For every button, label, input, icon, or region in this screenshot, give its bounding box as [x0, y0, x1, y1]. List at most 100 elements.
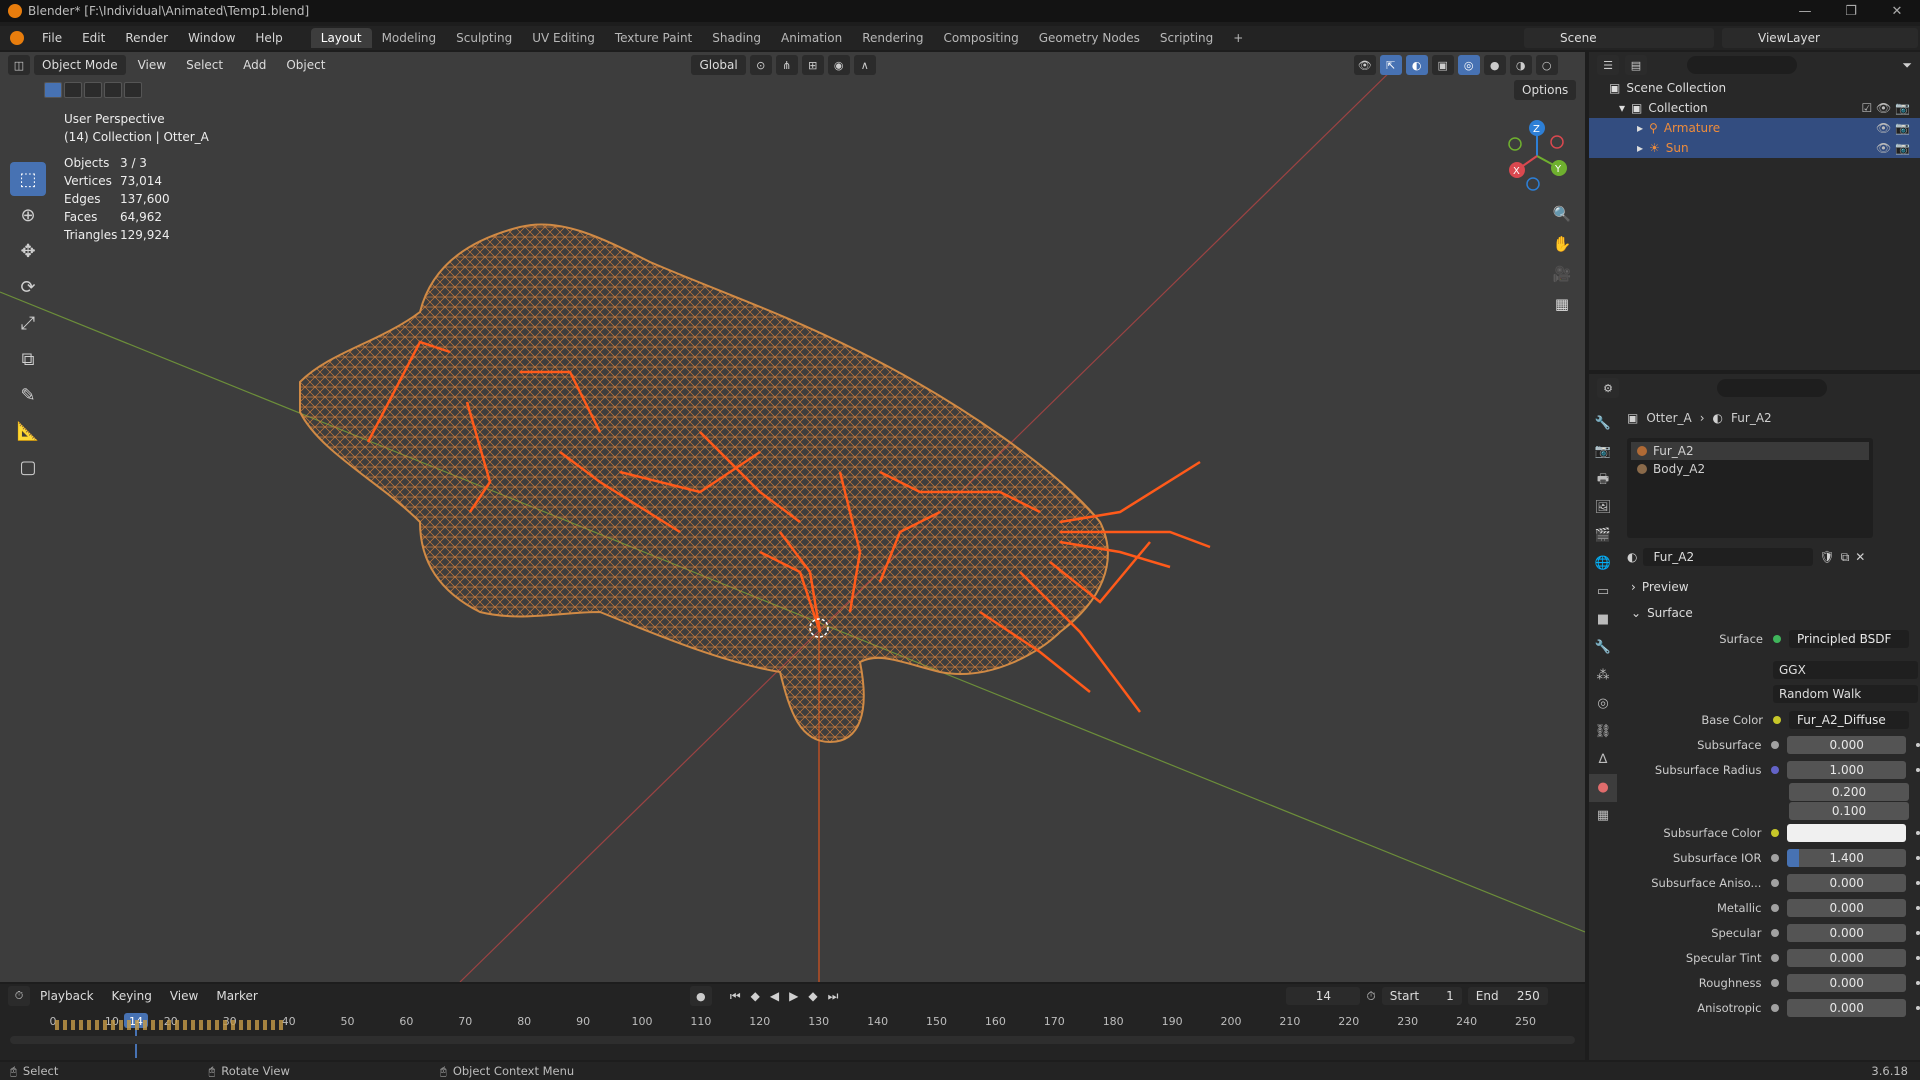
menu-timeline-view[interactable]: View — [162, 986, 206, 1006]
subsurface-radius-x-field[interactable]: 1.000 — [1787, 760, 1907, 779]
tab-scripting[interactable]: Scripting — [1150, 28, 1223, 48]
visibility-icon[interactable]: 👁 — [1353, 55, 1376, 75]
display-mode-icon[interactable]: ▤ — [1625, 55, 1647, 75]
scene-collection-row[interactable]: ▣ Scene Collection — [1589, 78, 1920, 98]
expand-arrow-icon[interactable]: ▸ — [1637, 121, 1643, 135]
menu-add[interactable]: Add — [235, 55, 274, 75]
menu-select[interactable]: Select — [178, 55, 231, 75]
options-dropdown[interactable]: Options — [1514, 80, 1577, 100]
next-keyframe-icon[interactable]: ◆ — [804, 989, 821, 1003]
move-tool-icon[interactable]: ✥ — [10, 234, 46, 268]
tab-texture-paint[interactable]: Texture Paint — [605, 28, 702, 48]
subsurface-radius-y-field[interactable]: 0.200 — [1789, 782, 1909, 801]
expand-arrow-icon[interactable]: ▸ — [1637, 141, 1643, 155]
record-icon[interactable]: ● — [689, 986, 712, 1006]
outliner-item-armature[interactable]: ▸ ⚲ Armature 👁 📷 — [1589, 118, 1920, 138]
snap-icon[interactable]: ⋔ — [775, 55, 798, 75]
select-subtract-icon[interactable] — [84, 82, 102, 98]
tab-geometry-nodes[interactable]: Geometry Nodes — [1029, 28, 1150, 48]
collection-row[interactable]: ▾ ▣ Collection ☑ 👁 📷 — [1589, 98, 1920, 118]
close-button[interactable]: ✕ — [1874, 0, 1920, 22]
unlink-icon[interactable]: ✕ — [1855, 550, 1865, 564]
menu-edit[interactable]: Edit — [74, 29, 113, 47]
subsurface-color-swatch[interactable] — [1787, 823, 1907, 842]
specular-field[interactable]: 0.000 — [1787, 923, 1907, 942]
minimize-button[interactable]: — — [1782, 0, 1828, 22]
material-tab-icon[interactable]: ● — [1589, 774, 1617, 802]
play-reverse-icon[interactable]: ◀ — [766, 989, 783, 1003]
annotate-tool-icon[interactable]: ✎ — [10, 378, 46, 412]
menu-help[interactable]: Help — [247, 29, 290, 47]
visibility-eye-icon[interactable]: 👁 📷 — [1876, 121, 1910, 135]
specular-tint-field[interactable]: 0.000 — [1787, 948, 1907, 967]
world-tab-icon[interactable]: 🌐 — [1589, 550, 1617, 578]
tab-layout[interactable]: Layout — [310, 28, 372, 48]
measure-tool-icon[interactable]: 📐 — [10, 414, 46, 448]
play-icon[interactable]: ▶ — [785, 989, 802, 1003]
outliner-item-sun[interactable]: ▸ ☀ Sun 👁 📷 — [1589, 138, 1920, 158]
surface-panel-header[interactable]: ⌄ Surface — [1623, 600, 1920, 626]
tab-sculpting[interactable]: Sculpting — [446, 28, 522, 48]
scene-tab-icon[interactable]: 🎬 — [1589, 522, 1617, 550]
filter-icon[interactable]: ⏷ — [1902, 58, 1912, 73]
add-workspace-button[interactable]: + — [1223, 28, 1253, 48]
end-frame-field[interactable]: End 250 — [1467, 987, 1548, 1005]
data-tab-icon[interactable]: ∆ — [1589, 746, 1617, 774]
blender-menu-icon[interactable] — [10, 31, 24, 45]
timeline-editor-type-icon[interactable]: ⏱ — [8, 986, 30, 1006]
tab-compositing[interactable]: Compositing — [933, 28, 1028, 48]
jump-start-icon[interactable]: ⏮ — [726, 989, 745, 1004]
menu-object[interactable]: Object — [278, 55, 333, 75]
subsurface-radius-z-field[interactable]: 0.100 — [1789, 801, 1909, 820]
select-extend-icon[interactable] — [64, 82, 82, 98]
scale-tool-icon[interactable]: ⤢ — [10, 306, 46, 340]
proportional-edit-icon[interactable]: ◉ — [827, 55, 850, 75]
properties-editor-type-icon[interactable]: ⚙ — [1597, 378, 1619, 398]
tool-tab-icon[interactable]: 🔧 — [1589, 410, 1617, 438]
visibility-eye-icon[interactable]: 👁 📷 — [1876, 141, 1910, 155]
shading-wireframe-icon[interactable]: ◎ — [1457, 55, 1480, 75]
subsurface-field[interactable]: 0.000 — [1787, 735, 1907, 754]
surface-shader-field[interactable]: Principled BSDF — [1789, 629, 1909, 648]
select-invert-icon[interactable] — [104, 82, 122, 98]
particles-tab-icon[interactable]: ⁂ — [1589, 662, 1617, 690]
3d-viewport[interactable]: ◫ Object Mode View Select Add Object Glo… — [0, 52, 1585, 982]
transform-tool-icon[interactable]: ⧉ — [10, 342, 46, 376]
menu-window[interactable]: Window — [180, 29, 243, 47]
select-box-tool-icon[interactable]: ⬚ — [10, 162, 46, 196]
pan-hand-icon[interactable]: ✋ — [1548, 232, 1576, 256]
output-tab-icon[interactable]: 🖶 — [1589, 466, 1617, 494]
fake-user-icon[interactable]: 🛡 — [1819, 550, 1834, 564]
cursor-tool-icon[interactable]: ⊕ — [10, 198, 46, 232]
subsurface-method-dropdown[interactable]: Random Walk — [1773, 685, 1918, 703]
view-layer-selector[interactable]: ViewLayer — [1722, 28, 1918, 48]
ortho-grid-icon[interactable]: ▦ — [1548, 292, 1576, 316]
navigation-gizmo[interactable]: Z Y X — [1497, 116, 1577, 196]
select-intersect-icon[interactable] — [124, 82, 142, 98]
metallic-field[interactable]: 0.000 — [1787, 898, 1907, 917]
preview-panel-header[interactable]: › Preview — [1623, 574, 1920, 600]
outliner-editor-type-icon[interactable]: ☰ — [1597, 55, 1619, 75]
menu-keying[interactable]: Keying — [104, 986, 160, 1006]
tab-rendering[interactable]: Rendering — [852, 28, 933, 48]
snap-target-icon[interactable]: ⊞ — [801, 55, 824, 75]
maximize-button[interactable]: ❐ — [1828, 0, 1874, 22]
list-item[interactable]: Fur_A2 — [1631, 442, 1869, 460]
view-layer-tab-icon[interactable]: 🖼 — [1589, 494, 1617, 522]
tab-modeling[interactable]: Modeling — [372, 28, 447, 48]
start-frame-field[interactable]: Start 1 — [1381, 987, 1462, 1005]
render-tab-icon[interactable]: 📷 — [1589, 438, 1617, 466]
base-color-texture-field[interactable]: Fur_A2_Diffuse — [1789, 710, 1909, 729]
zoom-icon[interactable]: 🔍 — [1548, 202, 1576, 226]
select-new-icon[interactable] — [44, 82, 62, 98]
constraints-tab-icon[interactable]: ⛓ — [1589, 718, 1617, 746]
editor-type-icon[interactable]: ◫ — [8, 55, 30, 75]
duplicate-icon[interactable]: ⧉ — [1841, 550, 1850, 565]
object-tab-icon[interactable]: ■ — [1589, 606, 1617, 634]
prev-keyframe-icon[interactable]: ◆ — [747, 989, 764, 1003]
scene-selector[interactable]: Scene — [1524, 28, 1714, 48]
transform-orientation-selector[interactable]: Global — [691, 55, 746, 75]
menu-view[interactable]: View — [130, 55, 174, 75]
tab-uv-editing[interactable]: UV Editing — [522, 28, 605, 48]
expand-arrow-icon[interactable]: ▾ — [1619, 101, 1625, 115]
